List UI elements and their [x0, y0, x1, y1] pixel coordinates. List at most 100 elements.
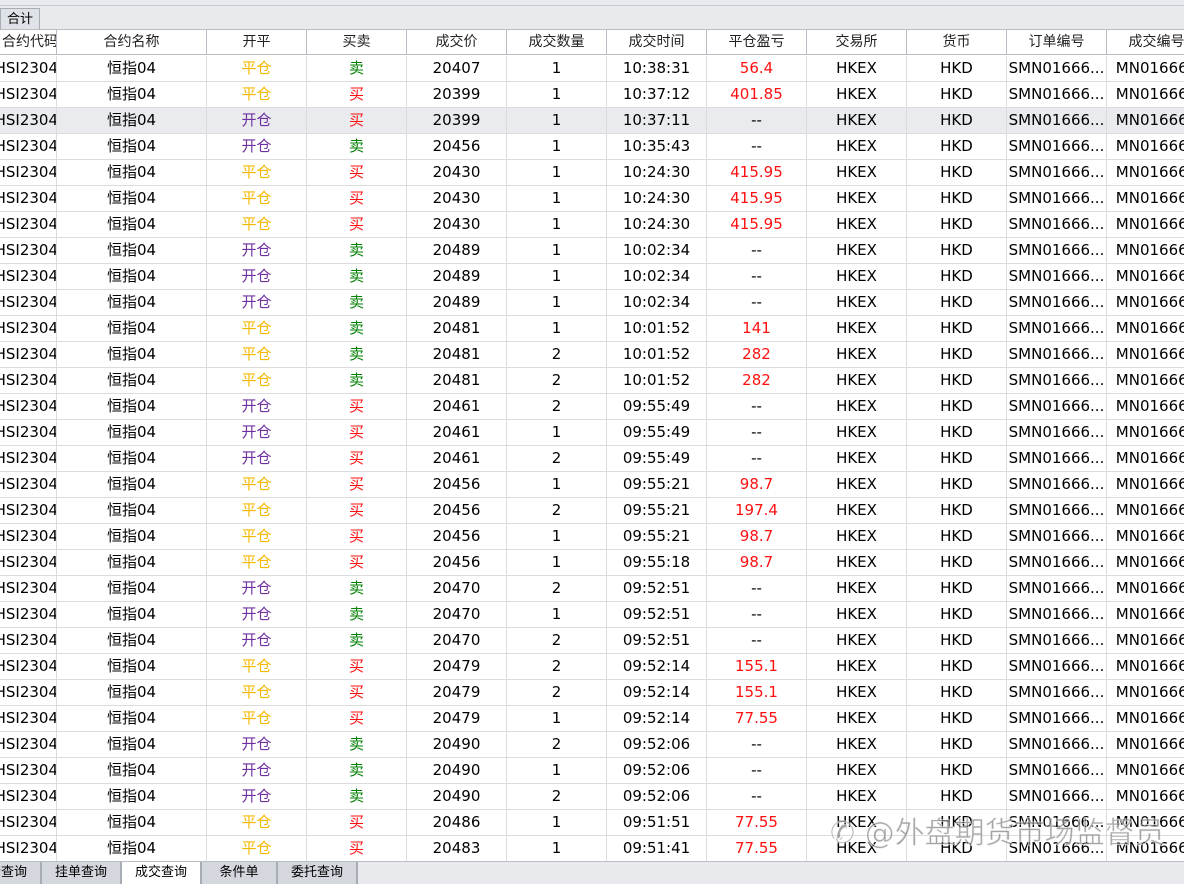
order-id-cell: SMN01666...: [1007, 498, 1107, 523]
column-header-time[interactable]: 成交时间: [607, 30, 707, 54]
exchange-cell: HKEX: [807, 576, 907, 601]
column-header-contract-code[interactable]: 合约代码: [0, 30, 57, 54]
summary-tab[interactable]: 合计: [0, 8, 40, 30]
table-row[interactable]: HSI2304恒指04平仓买20486109:51:5177.55HKEXHKD…: [0, 810, 1184, 836]
contract-code-cell: HSI2304: [0, 706, 57, 731]
table-row[interactable]: HSI2304恒指04平仓买20430110:24:30415.95HKEXHK…: [0, 186, 1184, 212]
exchange-cell: HKEX: [807, 680, 907, 705]
open-close-cell: 平仓: [207, 342, 307, 367]
price-cell: 20470: [407, 602, 507, 627]
contract-code-cell: HSI2304: [0, 82, 57, 107]
table-row[interactable]: HSI2304恒指04开仓卖20490209:52:06--HKEXHKDSMN…: [0, 784, 1184, 810]
exchange-cell: HKEX: [807, 238, 907, 263]
trade-id-cell: MN016667: [1107, 732, 1184, 757]
table-row[interactable]: HSI2304恒指04平仓买20483109:51:4177.55HKEXHKD…: [0, 836, 1184, 861]
table-row[interactable]: HSI2304恒指04平仓卖20481210:01:52282HKEXHKDSM…: [0, 368, 1184, 394]
column-header-order-id[interactable]: 订单编号: [1007, 30, 1107, 54]
close-pnl-cell: 155.1: [707, 654, 807, 679]
tab-pending-query[interactable]: 挂单查询: [42, 862, 122, 884]
trade-id-cell: MN016667: [1107, 758, 1184, 783]
table-row[interactable]: HSI2304恒指04开仓买20399110:37:11--HKEXHKDSMN…: [0, 108, 1184, 134]
column-header-quantity[interactable]: 成交数量: [507, 30, 607, 54]
table-row[interactable]: HSI2304恒指04平仓买20456109:55:2198.7HKEXHKDS…: [0, 472, 1184, 498]
trades-table: 合约代码 合约名称 开平 买卖 成交价 成交数量 成交时间 平仓盈亏 交易所 货币 订单编号 成交编号…: [0, 29, 1184, 861]
time-cell: 10:35:43: [607, 134, 707, 159]
currency-cell: HKD: [907, 394, 1007, 419]
trade-id-cell: MN016667: [1107, 550, 1184, 575]
quantity-cell: 1: [507, 602, 607, 627]
cell-text: HSI2304: [0, 683, 57, 701]
currency-cell: HKD: [907, 82, 1007, 107]
table-row[interactable]: HSI2304恒指04开仓买20461209:55:49--HKEXHKDSMN…: [0, 394, 1184, 420]
table-row[interactable]: HSI2304恒指04开仓卖20489110:02:34--HKEXHKDSMN…: [0, 238, 1184, 264]
tab-position-query[interactable]: 持仓查询: [0, 862, 42, 884]
currency-cell: HKD: [907, 550, 1007, 575]
column-header-price[interactable]: 成交价: [407, 30, 507, 54]
table-row[interactable]: HSI2304恒指04平仓买20430110:24:30415.95HKEXHK…: [0, 160, 1184, 186]
table-row[interactable]: HSI2304恒指04平仓买20399110:37:12401.85HKEXHK…: [0, 82, 1184, 108]
open-close-cell: 平仓: [207, 706, 307, 731]
side-cell: 卖: [307, 784, 407, 809]
table-row[interactable]: HSI2304恒指04开仓卖20470109:52:51--HKEXHKDSMN…: [0, 602, 1184, 628]
tab-trade-query[interactable]: 成交查询: [122, 862, 202, 884]
order-id-cell: SMN01666...: [1007, 758, 1107, 783]
quantity-cell: 2: [507, 784, 607, 809]
column-header-currency[interactable]: 货币: [907, 30, 1007, 54]
table-row[interactable]: HSI2304恒指04开仓卖20490209:52:06--HKEXHKDSMN…: [0, 732, 1184, 758]
table-row[interactable]: HSI2304恒指04平仓卖20481210:01:52282HKEXHKDSM…: [0, 342, 1184, 368]
table-row[interactable]: HSI2304恒指04平仓卖20407110:38:3156.4HKEXHKDS…: [0, 56, 1184, 82]
contract-code-cell: HSI2304: [0, 56, 57, 81]
open-close-cell: 平仓: [207, 160, 307, 185]
table-row[interactable]: HSI2304恒指04开仓卖20470209:52:51--HKEXHKDSMN…: [0, 628, 1184, 654]
contract-name-cell: 恒指04: [57, 212, 207, 237]
table-row[interactable]: HSI2304恒指04平仓买20479209:52:14155.1HKEXHKD…: [0, 680, 1184, 706]
table-row[interactable]: HSI2304恒指04平仓卖20481110:01:52141HKEXHKDSM…: [0, 316, 1184, 342]
table-row[interactable]: HSI2304恒指04平仓买20430110:24:30415.95HKEXHK…: [0, 212, 1184, 238]
currency-cell: HKD: [907, 810, 1007, 835]
side-cell: 卖: [307, 56, 407, 81]
exchange-cell: HKEX: [807, 56, 907, 81]
column-header-open-close[interactable]: 开平: [207, 30, 307, 54]
trade-id-cell: MN016667: [1107, 524, 1184, 549]
column-header-contract-name[interactable]: 合约名称: [57, 30, 207, 54]
close-pnl-cell: 98.7: [707, 550, 807, 575]
close-pnl-cell: 282: [707, 342, 807, 367]
table-row[interactable]: HSI2304恒指04开仓买20461109:55:49--HKEXHKDSMN…: [0, 420, 1184, 446]
table-row[interactable]: HSI2304恒指04开仓卖20470209:52:51--HKEXHKDSMN…: [0, 576, 1184, 602]
column-header-close-pnl[interactable]: 平仓盈亏: [707, 30, 807, 54]
column-header-side[interactable]: 买卖: [307, 30, 407, 54]
table-row[interactable]: HSI2304恒指04开仓卖20456110:35:43--HKEXHKDSMN…: [0, 134, 1184, 160]
contract-name-cell: 恒指04: [57, 56, 207, 81]
contract-name-cell: 恒指04: [57, 784, 207, 809]
side-cell: 卖: [307, 316, 407, 341]
contract-code-cell: HSI2304: [0, 758, 57, 783]
table-row[interactable]: HSI2304恒指04开仓买20461209:55:49--HKEXHKDSMN…: [0, 446, 1184, 472]
table-row[interactable]: HSI2304恒指04平仓买20456109:55:2198.7HKEXHKDS…: [0, 524, 1184, 550]
open-close-cell: 平仓: [207, 316, 307, 341]
order-id-cell: SMN01666...: [1007, 550, 1107, 575]
column-header-trade-id[interactable]: 成交编号: [1107, 30, 1184, 54]
order-id-cell: SMN01666...: [1007, 524, 1107, 549]
tab-conditional-order[interactable]: 条件单: [202, 862, 278, 884]
table-row[interactable]: HSI2304恒指04平仓买20456209:55:21197.4HKEXHKD…: [0, 498, 1184, 524]
open-close-cell: 平仓: [207, 368, 307, 393]
price-cell: 20479: [407, 706, 507, 731]
side-cell: 买: [307, 472, 407, 497]
table-row[interactable]: HSI2304恒指04开仓卖20489110:02:34--HKEXHKDSMN…: [0, 290, 1184, 316]
tab-order-query[interactable]: 委托查询: [278, 862, 358, 884]
exchange-cell: HKEX: [807, 706, 907, 731]
order-id-cell: SMN01666...: [1007, 160, 1107, 185]
column-header-exchange[interactable]: 交易所: [807, 30, 907, 54]
cell-text: HSI2304: [0, 761, 57, 779]
time-cell: 09:52:51: [607, 576, 707, 601]
cell-text: HSI2304: [0, 241, 57, 259]
top-bar: [0, 0, 1184, 6]
cell-text: HSI2304: [0, 475, 57, 493]
open-close-cell: 平仓: [207, 212, 307, 237]
table-row[interactable]: HSI2304恒指04平仓买20479109:52:1477.55HKEXHKD…: [0, 706, 1184, 732]
time-cell: 09:55:49: [607, 420, 707, 445]
table-row[interactable]: HSI2304恒指04开仓卖20490109:52:06--HKEXHKDSMN…: [0, 758, 1184, 784]
table-row[interactable]: HSI2304恒指04平仓买20456109:55:1898.7HKEXHKDS…: [0, 550, 1184, 576]
table-row[interactable]: HSI2304恒指04平仓买20479209:52:14155.1HKEXHKD…: [0, 654, 1184, 680]
table-row[interactable]: HSI2304恒指04开仓卖20489110:02:34--HKEXHKDSMN…: [0, 264, 1184, 290]
